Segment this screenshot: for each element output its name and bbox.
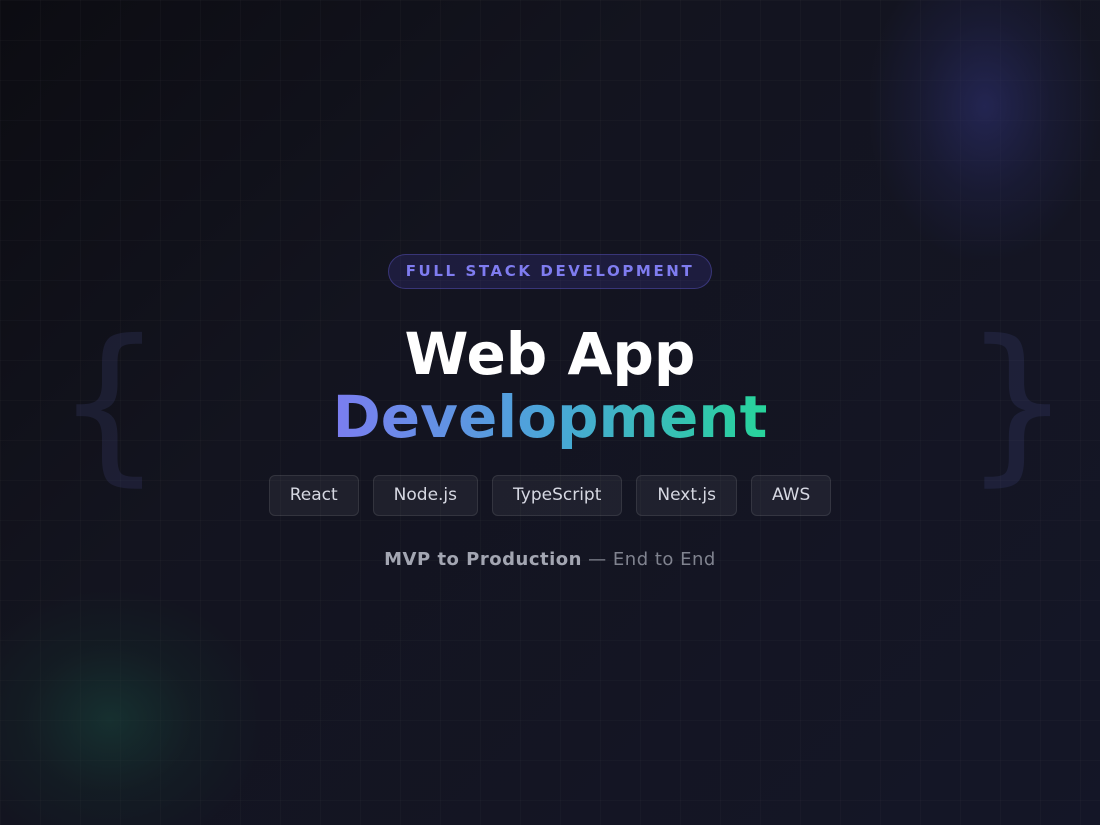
- tagline-strong: MVP to Production: [384, 549, 582, 570]
- tech-chip-react: React: [268, 475, 359, 516]
- tech-stack-list: React Node.js TypeScript Next.js AWS: [0, 475, 1100, 516]
- hero-title-line1: Web App: [404, 320, 696, 388]
- green-glow-decoration: [0, 590, 260, 825]
- hero-tagline: MVP to Production — End to End: [0, 547, 1100, 573]
- tech-chip-nextjs: Next.js: [636, 475, 737, 516]
- tech-chip-typescript: TypeScript: [492, 475, 623, 516]
- hero-title-line2: Development: [0, 383, 1100, 451]
- tagline-separator: —: [581, 549, 613, 570]
- purple-glow-decoration: [870, 0, 1100, 260]
- tech-chip-aws: AWS: [750, 475, 832, 516]
- tech-chip-nodejs: Node.js: [372, 475, 479, 516]
- category-badge: FULL STACK DEVELOPMENT: [388, 254, 712, 289]
- hero-title-gradient-text: Development: [332, 383, 768, 451]
- tagline-rest: End to End: [612, 549, 716, 570]
